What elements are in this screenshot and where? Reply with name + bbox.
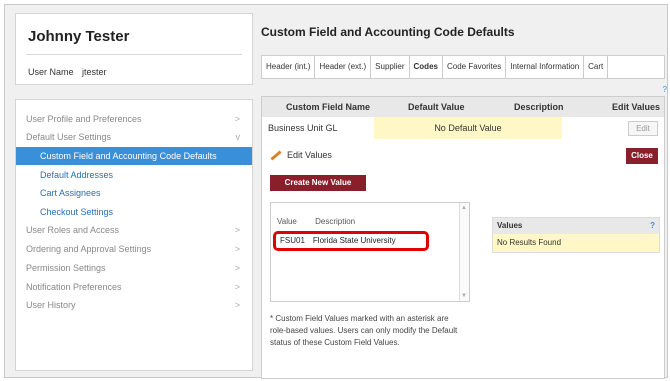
default-value-cell: No Default Value bbox=[374, 117, 562, 139]
chevron-right-icon: > bbox=[234, 263, 240, 273]
nav-custom-field-defaults[interactable]: Custom Field and Accounting Code Default… bbox=[16, 147, 252, 165]
app-frame: Johnny Tester User Name jtester User Pro… bbox=[4, 4, 669, 379]
chevron-right-icon: > bbox=[234, 244, 240, 254]
tab-header-ext[interactable]: Header (ext.) bbox=[315, 56, 372, 78]
close-button[interactable]: Close bbox=[626, 148, 658, 164]
table-header: Custom Field Name Default Value Descript… bbox=[262, 97, 664, 117]
list-col-description: Description bbox=[315, 217, 356, 226]
username-row: User Name jtester bbox=[28, 67, 107, 77]
page-title: Custom Field and Accounting Code Default… bbox=[261, 25, 515, 39]
nav-label: Custom Field and Accounting Code Default… bbox=[40, 151, 217, 161]
nav-ordering-approval[interactable]: Ordering and Approval Settings > bbox=[16, 240, 252, 258]
help-icon[interactable]: ? bbox=[663, 85, 667, 94]
nav-permission-settings[interactable]: Permission Settings > bbox=[16, 259, 252, 277]
field-name-cell: Business Unit GL bbox=[268, 123, 338, 133]
help-icon[interactable]: ? bbox=[650, 218, 655, 234]
nav-notification-preferences[interactable]: Notification Preferences > bbox=[16, 278, 252, 296]
scrollbar[interactable]: ▲ ▼ bbox=[459, 203, 469, 301]
tab-header-int[interactable]: Header (int.) bbox=[262, 56, 316, 78]
list-item-description: Florida State University bbox=[312, 236, 396, 245]
nav-label: Permission Settings bbox=[26, 263, 106, 273]
nav-label: Ordering and Approval Settings bbox=[26, 244, 152, 254]
scroll-down-icon[interactable]: ▼ bbox=[461, 293, 467, 299]
pencil-icon bbox=[270, 150, 282, 161]
edit-button[interactable]: Edit bbox=[628, 121, 658, 136]
values-empty-message: No Results Found bbox=[493, 234, 659, 252]
chevron-right-icon: > bbox=[234, 282, 240, 292]
tab-supplier[interactable]: Supplier bbox=[371, 56, 410, 78]
user-card: Johnny Tester User Name jtester bbox=[15, 13, 253, 85]
tab-bar: Header (int.) Header (ext.) Supplier Codes C… bbox=[261, 55, 665, 79]
edit-values-label: Edit Values bbox=[287, 150, 332, 160]
nav-user-profile[interactable]: User Profile and Preferences > bbox=[16, 110, 252, 128]
nav-checkout-settings[interactable]: Checkout Settings bbox=[16, 203, 252, 221]
col-description: Description bbox=[514, 102, 564, 112]
table-row: Business Unit GL No Default Value Edit bbox=[262, 117, 664, 139]
nav-label: User Profile and Preferences bbox=[26, 114, 142, 124]
values-panel: Values ? No Results Found bbox=[492, 217, 660, 253]
nav-label: User Roles and Access bbox=[26, 225, 120, 235]
nav-cart-assignees[interactable]: Cart Assignees bbox=[16, 184, 252, 202]
create-new-value-button[interactable]: Create New Value bbox=[270, 175, 366, 191]
col-default-value: Default Value bbox=[408, 102, 465, 112]
scroll-up-icon[interactable]: ▲ bbox=[461, 205, 467, 211]
tab-code-favorites[interactable]: Code Favorites bbox=[443, 56, 507, 78]
nav-default-addresses[interactable]: Default Addresses bbox=[16, 166, 252, 184]
nav-label: Cart Assignees bbox=[40, 188, 101, 198]
nav-label: Default Addresses bbox=[40, 170, 114, 180]
values-panel-header: Values ? bbox=[493, 218, 659, 234]
nav-label: Notification Preferences bbox=[26, 282, 122, 292]
username-label: User Name bbox=[28, 67, 74, 77]
chevron-right-icon: > bbox=[234, 114, 240, 124]
user-full-name: Johnny Tester bbox=[28, 28, 130, 45]
main-content: Custom Field and Accounting Code Default… bbox=[257, 13, 669, 379]
col-custom-field-name: Custom Field Name bbox=[286, 102, 371, 112]
tab-cart[interactable]: Cart bbox=[584, 56, 609, 78]
settings-nav: User Profile and Preferences > Default U… bbox=[15, 99, 253, 371]
nav-user-history[interactable]: User History > bbox=[16, 296, 252, 314]
chevron-right-icon: > bbox=[234, 225, 240, 235]
divider bbox=[26, 54, 242, 55]
footnote: * Custom Field Values marked with an ast… bbox=[270, 314, 458, 347]
nav-label: Default User Settings bbox=[26, 132, 112, 142]
list-col-value: Value bbox=[277, 217, 297, 226]
list-item[interactable]: FSU01 Florida State University bbox=[273, 231, 429, 251]
nav-label: User History bbox=[26, 300, 76, 310]
list-header: Value Description bbox=[277, 217, 355, 226]
list-item-value: FSU01 bbox=[280, 236, 305, 245]
chevron-down-icon: v bbox=[235, 132, 241, 142]
edit-values-heading: Edit Values bbox=[270, 150, 332, 161]
values-panel-title: Values bbox=[497, 221, 523, 230]
tab-internal-information[interactable]: Internal Information bbox=[506, 56, 585, 78]
col-edit-values: Edit Values bbox=[612, 102, 661, 112]
codes-panel: Custom Field Name Default Value Descript… bbox=[261, 96, 665, 379]
nav-label: Checkout Settings bbox=[40, 207, 114, 217]
chevron-right-icon: > bbox=[234, 300, 240, 310]
nav-default-user-settings[interactable]: Default User Settings v bbox=[16, 128, 252, 146]
username-value: jtester bbox=[82, 67, 107, 77]
tab-codes[interactable]: Codes bbox=[409, 56, 443, 78]
nav-user-roles[interactable]: User Roles and Access > bbox=[16, 221, 252, 239]
values-listbox[interactable]: Value Description FSU01 Florida State Uni… bbox=[270, 202, 470, 302]
